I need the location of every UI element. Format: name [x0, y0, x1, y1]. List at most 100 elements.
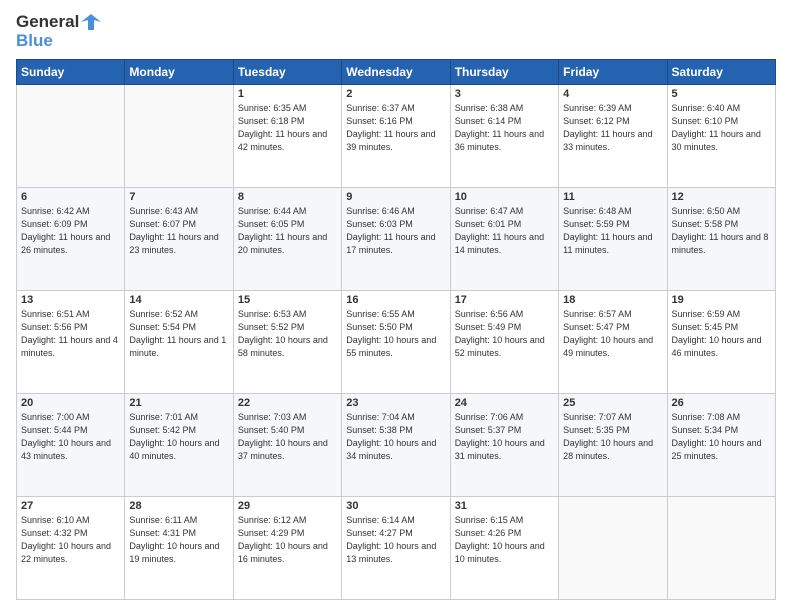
calendar-cell: 12 Sunrise: 6:50 AMSunset: 5:58 PMDayligh…	[667, 187, 775, 290]
day-number: 19	[672, 294, 771, 306]
day-info: Sunrise: 7:08 AMSunset: 5:34 PMDaylight:…	[672, 411, 771, 463]
day-info: Sunrise: 6:47 AMSunset: 6:01 PMDaylight:…	[455, 205, 554, 257]
logo-container: General Blue	[16, 12, 101, 51]
week-row-5: 27Sunrise: 6:10 AMSunset: 4:32 PMDayligh…	[17, 496, 776, 599]
day-number: 7	[129, 191, 228, 203]
day-info: Sunrise: 7:00 AMSunset: 5:44 PMDaylight:…	[21, 411, 120, 463]
day-info: Sunrise: 7:04 AMSunset: 5:38 PMDaylight:…	[346, 411, 445, 463]
calendar-cell: 29 Sunrise: 6:12 AMSunset: 4:29 PMDayligh…	[233, 496, 341, 599]
day-info: Sunrise: 6:55 AMSunset: 5:50 PMDaylight:…	[346, 308, 445, 360]
day-info: Sunrise: 6:56 AMSunset: 5:49 PMDaylight:…	[455, 308, 554, 360]
day-number: 21	[129, 397, 228, 409]
day-number: 23	[346, 397, 445, 409]
calendar-cell: 18 Sunrise: 6:57 AMSunset: 5:47 PMDayligh…	[559, 290, 667, 393]
day-number: 5	[672, 88, 771, 100]
day-number: 12	[672, 191, 771, 203]
day-number: 26	[672, 397, 771, 409]
header-wednesday: Wednesday	[342, 59, 450, 84]
day-number: 3	[455, 88, 554, 100]
day-number: 20	[21, 397, 120, 409]
week-row-2: 6 Sunrise: 6:42 AMSunset: 6:09 PMDaylight…	[17, 187, 776, 290]
calendar-cell: 15Sunrise: 6:53 AMSunset: 5:52 PMDayligh…	[233, 290, 341, 393]
day-number: 28	[129, 500, 228, 512]
day-info: Sunrise: 7:07 AMSunset: 5:35 PMDaylight:…	[563, 411, 662, 463]
week-row-4: 20 Sunrise: 7:00 AMSunset: 5:44 PMDayligh…	[17, 393, 776, 496]
day-info: Sunrise: 6:53 AMSunset: 5:52 PMDaylight:…	[238, 308, 337, 360]
day-number: 10	[455, 191, 554, 203]
calendar-cell	[17, 84, 125, 187]
calendar-cell: 10 Sunrise: 6:47 AMSunset: 6:01 PMDayligh…	[450, 187, 558, 290]
day-info: Sunrise: 6:48 AMSunset: 5:59 PMDaylight:…	[563, 205, 662, 257]
calendar-cell: 5 Sunrise: 6:40 AMSunset: 6:10 PMDaylight…	[667, 84, 775, 187]
calendar-cell: 11 Sunrise: 6:48 AMSunset: 5:59 PMDayligh…	[559, 187, 667, 290]
day-number: 29	[238, 500, 337, 512]
day-info: Sunrise: 6:52 AMSunset: 5:54 PMDaylight:…	[129, 308, 228, 360]
calendar-cell: 23 Sunrise: 7:04 AMSunset: 5:38 PMDayligh…	[342, 393, 450, 496]
calendar-cell: 9 Sunrise: 6:46 AMSunset: 6:03 PMDaylight…	[342, 187, 450, 290]
calendar-cell: 22Sunrise: 7:03 AMSunset: 5:40 PMDayligh…	[233, 393, 341, 496]
day-info: Sunrise: 6:43 AMSunset: 6:07 PMDaylight:…	[129, 205, 228, 257]
week-row-3: 13Sunrise: 6:51 AMSunset: 5:56 PMDayligh…	[17, 290, 776, 393]
calendar-cell: 2Sunrise: 6:37 AMSunset: 6:16 PMDaylight…	[342, 84, 450, 187]
header-friday: Friday	[559, 59, 667, 84]
calendar-cell: 6 Sunrise: 6:42 AMSunset: 6:09 PMDaylight…	[17, 187, 125, 290]
day-number: 30	[346, 500, 445, 512]
calendar-cell: 8Sunrise: 6:44 AMSunset: 6:05 PMDaylight…	[233, 187, 341, 290]
day-info: Sunrise: 6:46 AMSunset: 6:03 PMDaylight:…	[346, 205, 445, 257]
day-info: Sunrise: 7:01 AMSunset: 5:42 PMDaylight:…	[129, 411, 228, 463]
calendar-cell: 30 Sunrise: 6:14 AMSunset: 4:27 PMDayligh…	[342, 496, 450, 599]
day-info: Sunrise: 6:11 AMSunset: 4:31 PMDaylight:…	[129, 514, 228, 566]
calendar-cell: 7 Sunrise: 6:43 AMSunset: 6:07 PMDaylight…	[125, 187, 233, 290]
calendar-cell: 14Sunrise: 6:52 AMSunset: 5:54 PMDayligh…	[125, 290, 233, 393]
calendar-cell: 27Sunrise: 6:10 AMSunset: 4:32 PMDayligh…	[17, 496, 125, 599]
day-number: 31	[455, 500, 554, 512]
day-info: Sunrise: 6:12 AMSunset: 4:29 PMDaylight:…	[238, 514, 337, 566]
logo-bird-icon	[81, 12, 101, 32]
calendar-cell: 4Sunrise: 6:39 AMSunset: 6:12 PMDaylight…	[559, 84, 667, 187]
day-info: Sunrise: 6:42 AMSunset: 6:09 PMDaylight:…	[21, 205, 120, 257]
day-number: 4	[563, 88, 662, 100]
day-number: 25	[563, 397, 662, 409]
header: General Blue	[16, 12, 776, 51]
calendar-cell: 28 Sunrise: 6:11 AMSunset: 4:31 PMDayligh…	[125, 496, 233, 599]
day-number: 11	[563, 191, 662, 203]
calendar-cell	[559, 496, 667, 599]
day-number: 17	[455, 294, 554, 306]
day-info: Sunrise: 6:14 AMSunset: 4:27 PMDaylight:…	[346, 514, 445, 566]
day-number: 8	[238, 191, 337, 203]
calendar-cell	[667, 496, 775, 599]
header-thursday: Thursday	[450, 59, 558, 84]
day-number: 24	[455, 397, 554, 409]
day-number: 6	[21, 191, 120, 203]
day-number: 16	[346, 294, 445, 306]
day-info: Sunrise: 7:03 AMSunset: 5:40 PMDaylight:…	[238, 411, 337, 463]
day-info: Sunrise: 6:35 AMSunset: 6:18 PMDaylight:…	[238, 102, 337, 154]
calendar-cell: 25 Sunrise: 7:07 AMSunset: 5:35 PMDayligh…	[559, 393, 667, 496]
calendar-cell: 17 Sunrise: 6:56 AMSunset: 5:49 PMDayligh…	[450, 290, 558, 393]
day-info: Sunrise: 7:06 AMSunset: 5:37 PMDaylight:…	[455, 411, 554, 463]
logo-general-text: General	[16, 13, 79, 32]
calendar-cell: 24 Sunrise: 7:06 AMSunset: 5:37 PMDayligh…	[450, 393, 558, 496]
day-info: Sunrise: 6:57 AMSunset: 5:47 PMDaylight:…	[563, 308, 662, 360]
calendar-cell: 1Sunrise: 6:35 AMSunset: 6:18 PMDaylight…	[233, 84, 341, 187]
header-monday: Monday	[125, 59, 233, 84]
day-info: Sunrise: 6:38 AMSunset: 6:14 PMDaylight:…	[455, 102, 554, 154]
day-info: Sunrise: 6:59 AMSunset: 5:45 PMDaylight:…	[672, 308, 771, 360]
logo: General Blue	[16, 12, 101, 51]
day-number: 2	[346, 88, 445, 100]
calendar-cell: 21 Sunrise: 7:01 AMSunset: 5:42 PMDayligh…	[125, 393, 233, 496]
header-tuesday: Tuesday	[233, 59, 341, 84]
header-sunday: Sunday	[17, 59, 125, 84]
calendar-cell: 26 Sunrise: 7:08 AMSunset: 5:34 PMDayligh…	[667, 393, 775, 496]
day-info: Sunrise: 6:50 AMSunset: 5:58 PMDaylight:…	[672, 205, 771, 257]
day-info: Sunrise: 6:40 AMSunset: 6:10 PMDaylight:…	[672, 102, 771, 154]
calendar-cell	[125, 84, 233, 187]
day-info: Sunrise: 6:15 AMSunset: 4:26 PMDaylight:…	[455, 514, 554, 566]
day-number: 18	[563, 294, 662, 306]
day-number: 9	[346, 191, 445, 203]
logo-blue-text: Blue	[16, 32, 101, 51]
calendar-header-row: SundayMondayTuesdayWednesdayThursdayFrid…	[17, 59, 776, 84]
calendar-cell: 19 Sunrise: 6:59 AMSunset: 5:45 PMDayligh…	[667, 290, 775, 393]
week-row-1: 1Sunrise: 6:35 AMSunset: 6:18 PMDaylight…	[17, 84, 776, 187]
day-number: 13	[21, 294, 120, 306]
